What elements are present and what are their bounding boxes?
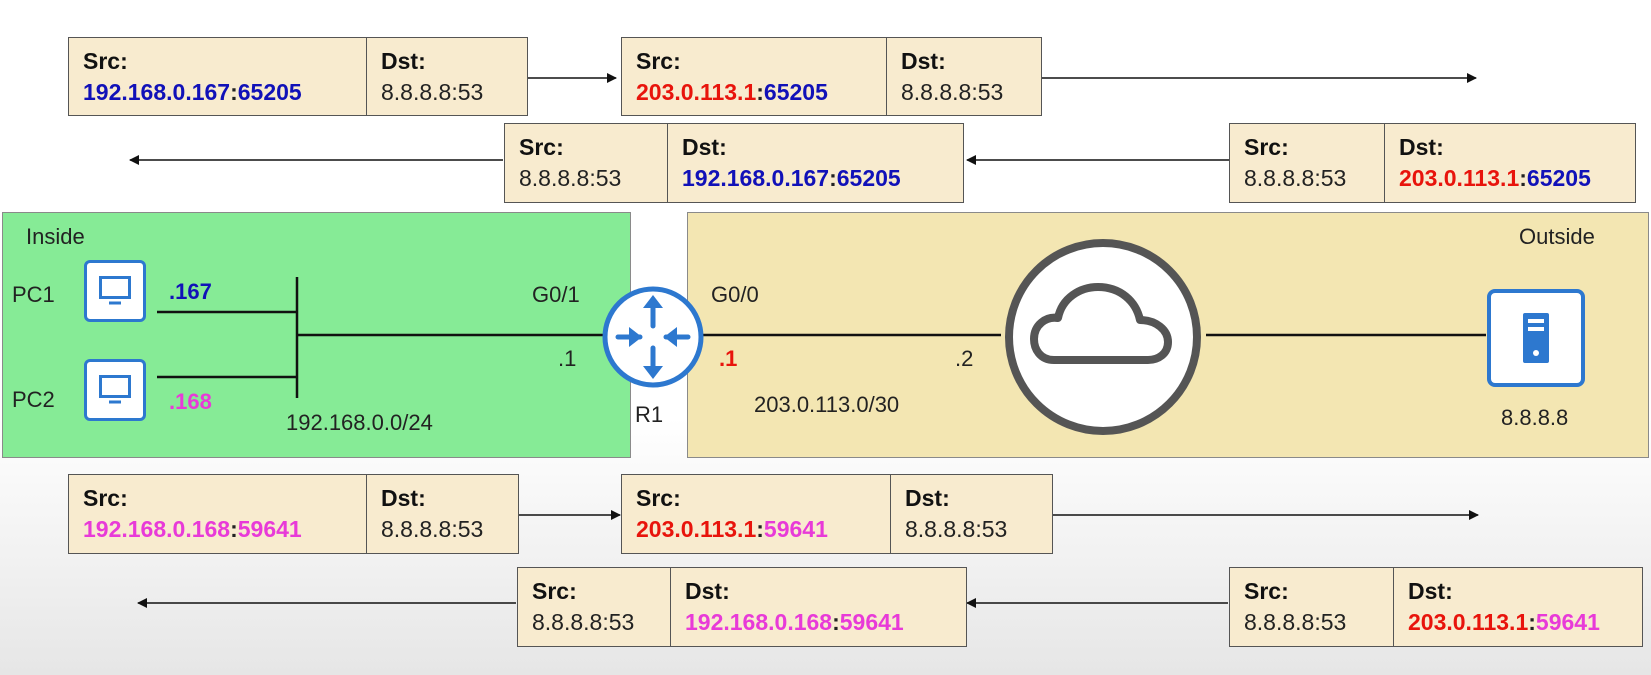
- dst-port: 59641: [839, 609, 904, 635]
- dst-label: Dst: [381, 48, 419, 74]
- router-label: R1: [635, 402, 664, 427]
- packet-src: Src: 192.168.0.168:59641: [83, 485, 302, 542]
- dst-ip: 203.0.113.1: [1408, 609, 1529, 635]
- dst-address: 8.8.8.8:53: [381, 79, 484, 105]
- packet-header: Src: 8.8.8.8:53 Dst: 203.0.113.1:59641: [1229, 567, 1643, 647]
- packet-dst: Dst: 203.0.113.1:59641: [1393, 568, 1642, 646]
- inside-zone-label: Inside: [26, 224, 85, 249]
- packet-dst: Dst: 8.8.8.8:53: [366, 475, 518, 553]
- packet-dst: Dst: 8.8.8.8:53: [366, 38, 527, 115]
- dst-label: Dst: [1399, 134, 1437, 160]
- inside-network-label: 192.168.0.0/24: [286, 410, 433, 435]
- src-port: 59641: [763, 516, 828, 542]
- router-outside-ip: .1: [719, 346, 738, 371]
- packet-header: Src: 8.8.8.8:53 Dst: 192.168.0.168:59641: [517, 567, 967, 647]
- packet-dst: Dst: 192.168.0.167:65205: [667, 124, 963, 202]
- packet-header: Src: 203.0.113.1:59641 Dst: 8.8.8.8:53: [621, 474, 1053, 554]
- pc2-label: PC2: [12, 387, 55, 412]
- src-address: 8.8.8.8:53: [1244, 165, 1347, 191]
- dst-address: 8.8.8.8:53: [901, 79, 1004, 105]
- dst-address: 8.8.8.8:53: [381, 516, 484, 542]
- pc-icon[interactable]: [84, 260, 146, 322]
- src-ip: 192.168.0.168: [83, 516, 231, 542]
- outside-zone-label: Outside: [1519, 224, 1595, 249]
- src-label: Src: [519, 134, 557, 160]
- router-outside-interface: G0/0: [711, 282, 759, 307]
- cloud-icon: [1005, 239, 1201, 435]
- src-label: Src: [1244, 578, 1282, 604]
- dst-label: Dst: [1408, 578, 1446, 604]
- packet-src: Src: 8.8.8.8:53: [1230, 568, 1393, 646]
- packet-dst: Dst: 192.168.0.168:59641: [670, 568, 966, 646]
- dst-ip: 192.168.0.168: [685, 609, 833, 635]
- src-ip: 203.0.113.1: [636, 79, 757, 105]
- src-port: 65205: [237, 79, 302, 105]
- src-label: Src: [636, 485, 674, 511]
- router-inside-ip: .1: [558, 346, 577, 371]
- src-address: 8.8.8.8:53: [519, 165, 622, 191]
- pc1-ip: .167: [169, 279, 212, 304]
- packet-dst: Dst: 8.8.8.8:53: [890, 475, 1052, 553]
- dst-port: 65205: [1526, 165, 1591, 191]
- isp-ip: .2: [955, 346, 974, 371]
- packet-src: Src: 8.8.8.8:53: [518, 568, 670, 646]
- src-label: Src: [83, 48, 121, 74]
- src-label: Src: [532, 578, 570, 604]
- src-address: 8.8.8.8:53: [532, 609, 635, 635]
- dst-label: Dst: [685, 578, 723, 604]
- dst-label: Dst: [381, 485, 419, 511]
- dst-port: 59641: [1535, 609, 1600, 635]
- server-icon[interactable]: [1487, 289, 1585, 387]
- dst-port: 65205: [836, 165, 901, 191]
- dst-label: Dst: [901, 48, 939, 74]
- pc2-ip: .168: [169, 389, 212, 414]
- dst-ip: 203.0.113.1: [1399, 165, 1520, 191]
- dst-label: Dst: [905, 485, 943, 511]
- packet-header: Src: 203.0.113.1:65205 Dst: 8.8.8.8:53: [621, 37, 1042, 116]
- dst-label: Dst: [682, 134, 720, 160]
- packet-header: Src: 8.8.8.8:53 Dst: 192.168.0.167:65205: [504, 123, 964, 203]
- src-address: 8.8.8.8:53: [1244, 609, 1347, 635]
- src-port: 65205: [763, 79, 828, 105]
- outside-network-label: 203.0.113.0/30: [754, 392, 900, 417]
- router-inside-interface: G0/1: [532, 282, 580, 307]
- packet-src: Src: 8.8.8.8:53: [1230, 124, 1384, 202]
- src-label: Src: [83, 485, 121, 511]
- packet-src: Src: 203.0.113.1:65205: [636, 48, 828, 105]
- packet-dst: Dst: 8.8.8.8:53: [886, 38, 1041, 115]
- packet-dst: Dst: 203.0.113.1:65205: [1384, 124, 1635, 202]
- packet-src: Src: 203.0.113.1:59641: [636, 485, 828, 542]
- src-label: Src: [1244, 134, 1282, 160]
- packet-src: Src: 192.168.0.167:65205: [83, 48, 302, 105]
- src-label: Src: [636, 48, 674, 74]
- src-port: 59641: [237, 516, 302, 542]
- src-ip: 203.0.113.1: [636, 516, 757, 542]
- dst-ip: 192.168.0.167: [682, 165, 830, 191]
- src-ip: 192.168.0.167: [83, 79, 231, 105]
- server-label: 8.8.8.8: [1501, 405, 1569, 430]
- router-icon: [602, 286, 704, 388]
- packet-header: Src: 192.168.0.167:65205 Dst: 8.8.8.8:53: [68, 37, 528, 116]
- packet-header: Src: 8.8.8.8:53 Dst: 203.0.113.1:65205: [1229, 123, 1636, 203]
- packet-header: Src: 192.168.0.168:59641 Dst: 8.8.8.8:53: [68, 474, 519, 554]
- pc-icon[interactable]: [84, 359, 146, 421]
- dst-address: 8.8.8.8:53: [905, 516, 1008, 542]
- packet-src: Src: 8.8.8.8:53: [505, 124, 667, 202]
- pc1-label: PC1: [12, 282, 55, 307]
